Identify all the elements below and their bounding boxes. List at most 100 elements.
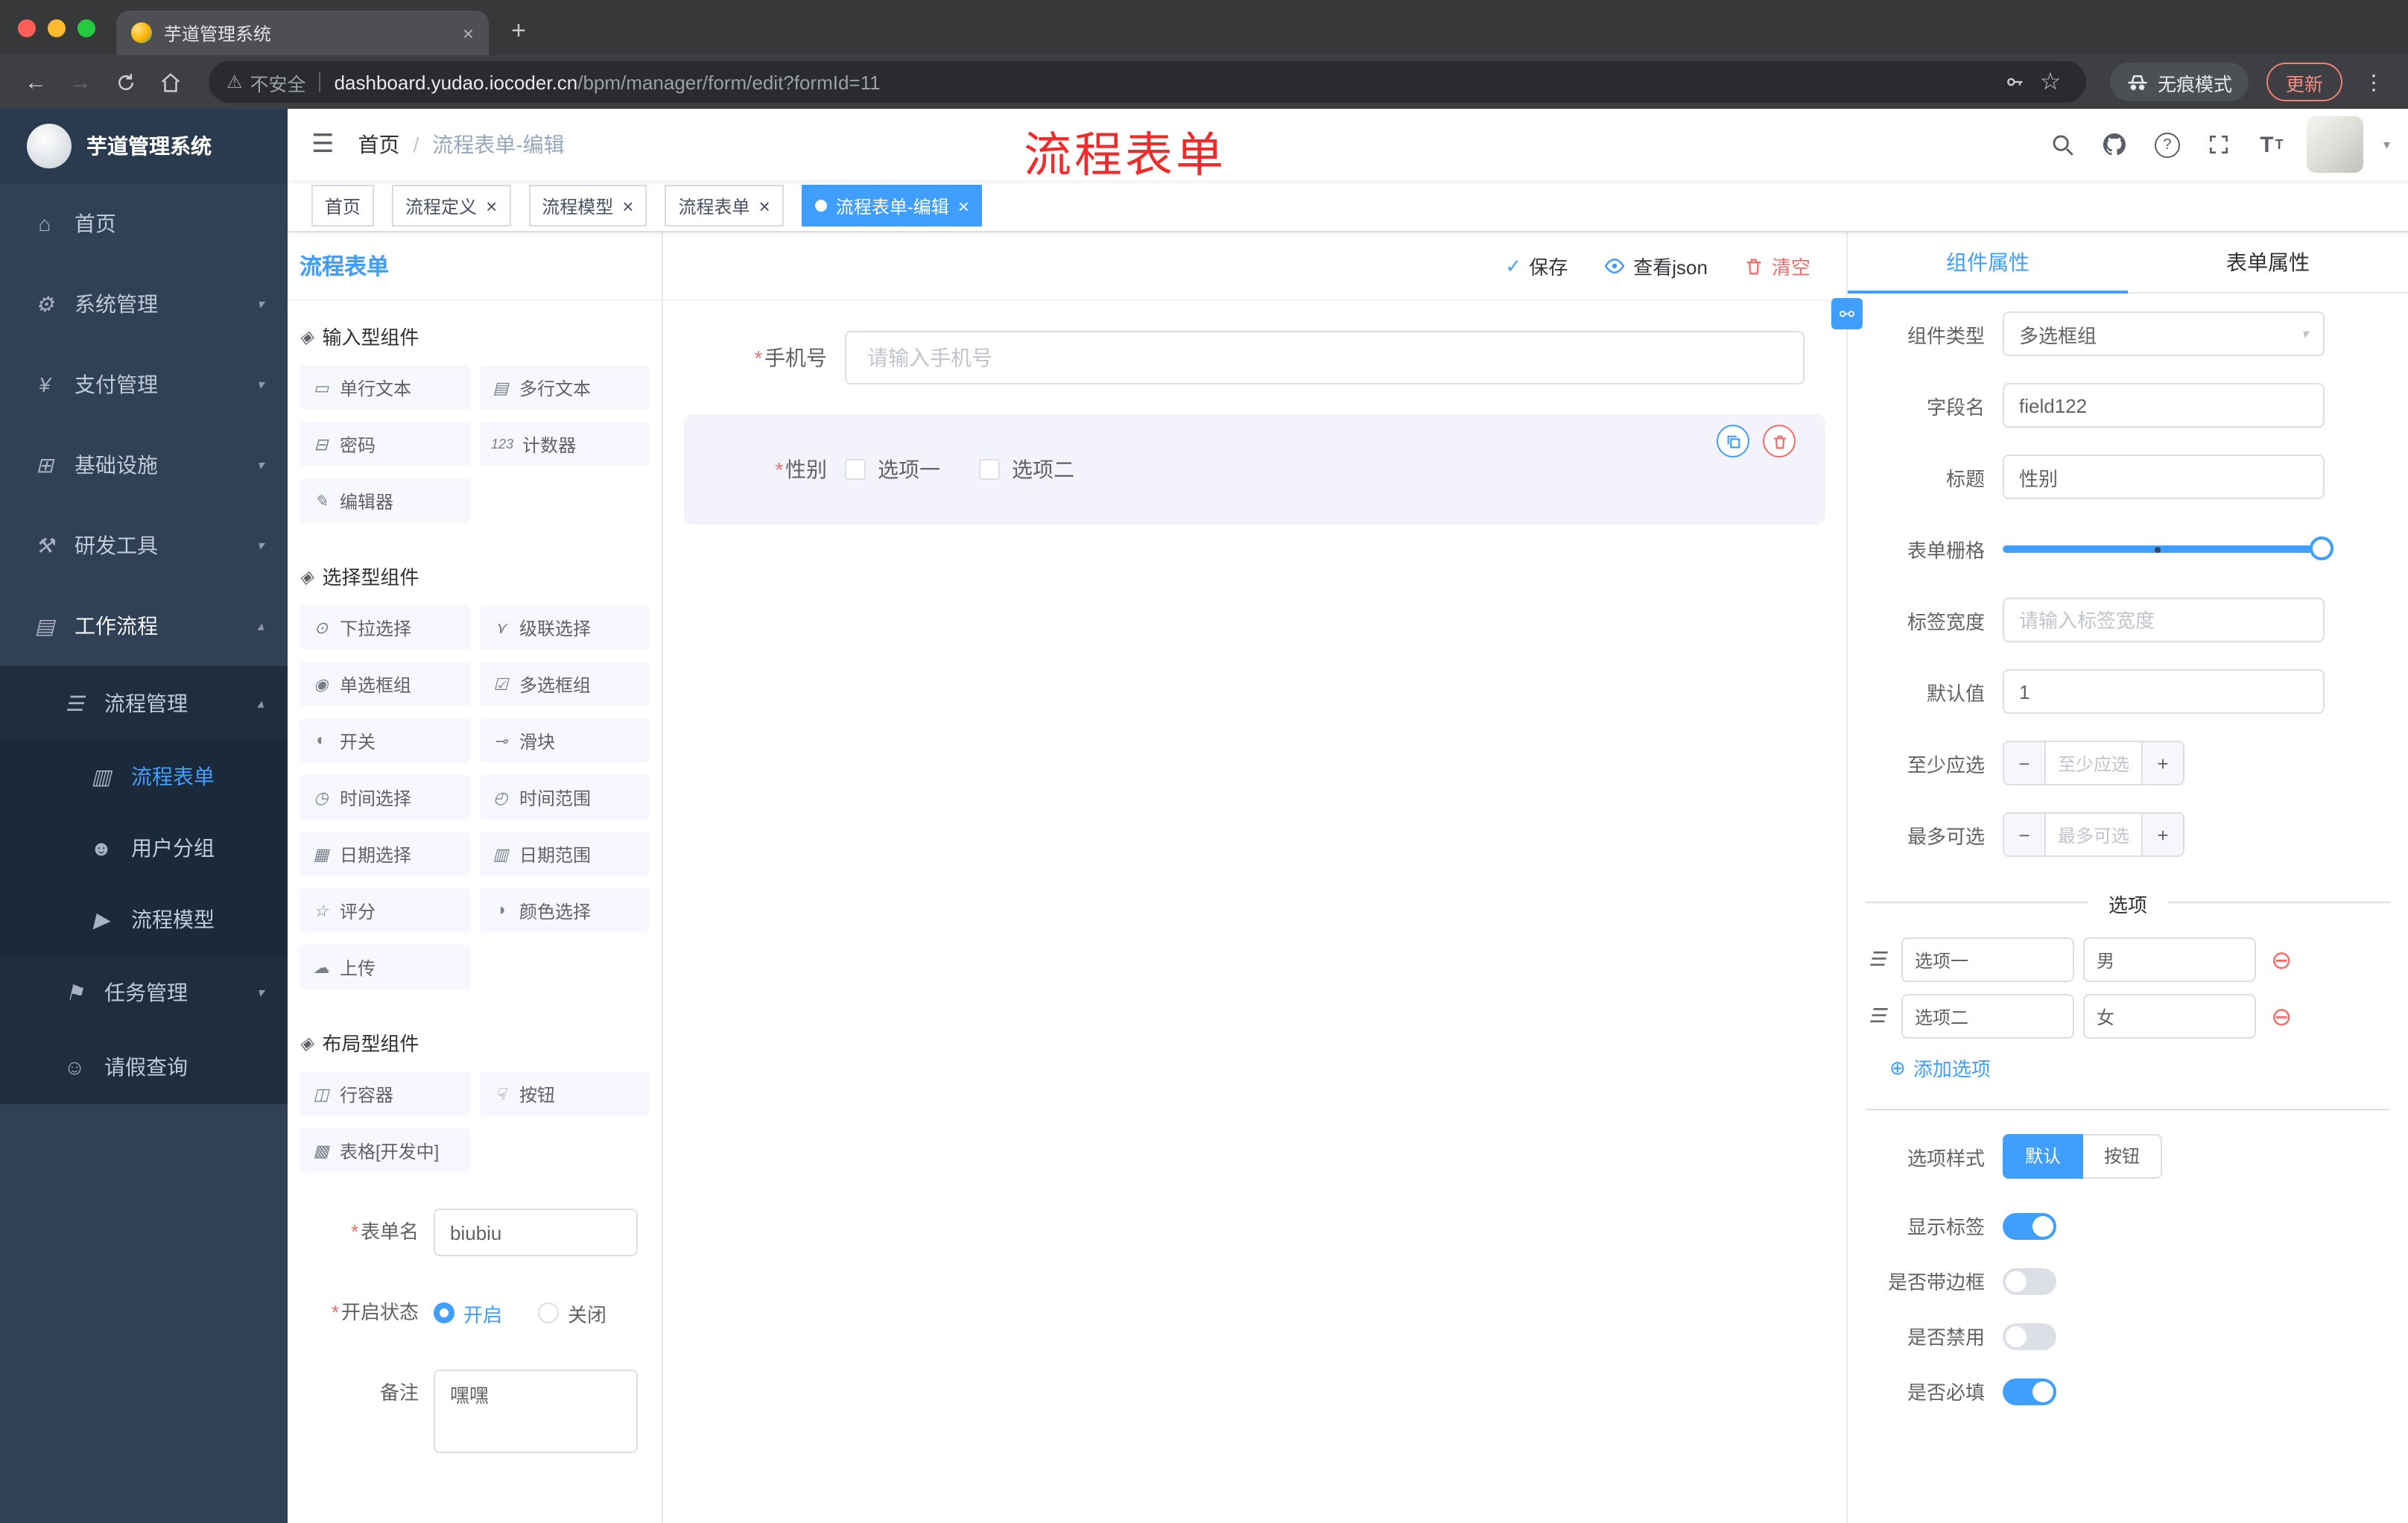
slider-handle[interactable] — [2310, 536, 2333, 560]
copy-component-button[interactable] — [1717, 425, 1749, 457]
palette-item[interactable]: ◫ 行容器 — [300, 1071, 470, 1116]
sidebar-logo[interactable]: 芋道管理系统 — [0, 109, 288, 183]
browser-menu-icon[interactable]: ⋮ — [2354, 69, 2393, 95]
palette-item[interactable]: ⊙ 下拉选择 — [300, 605, 470, 650]
palette-item[interactable]: ▦ 日期选择 — [300, 832, 470, 876]
palette-item[interactable]: ▥ 日期范围 — [479, 832, 650, 876]
remove-option-icon[interactable]: ⊖ — [2271, 947, 2293, 972]
breadcrumb-home[interactable]: 首页 — [358, 130, 400, 159]
hamburger-icon[interactable]: ☰ — [288, 130, 358, 159]
sidebar-item-process-model[interactable]: ▶ 流程模型 — [0, 884, 288, 955]
palette-item[interactable]: 123 计数器 — [479, 422, 650, 466]
disabled-toggle[interactable] — [2003, 1323, 2056, 1349]
component-type-select[interactable]: 多选框组 ▾ — [2003, 311, 2325, 356]
show-label-toggle[interactable] — [2003, 1212, 2056, 1239]
palette-item[interactable]: ◉ 单选框组 — [300, 662, 470, 706]
bookmark-star-icon[interactable]: ☆ — [2032, 64, 2068, 100]
remove-option-icon[interactable]: ⊖ — [2271, 1004, 2293, 1029]
field-phone[interactable]: * 手机号 — [684, 319, 1825, 396]
form-remark-textarea[interactable]: 嘿嘿 — [434, 1370, 638, 1453]
address-bar[interactable]: ⚠ 不安全 dashboard.yudao.iocoder.cn /bpm/ma… — [209, 61, 2086, 103]
close-window-button[interactable] — [18, 19, 36, 37]
avatar[interactable] — [2307, 116, 2364, 173]
minimize-window-button[interactable] — [48, 19, 66, 37]
drag-handle-icon[interactable]: ☰ — [1869, 948, 1892, 972]
sidebar-item-devtools[interactable]: ⚒ 研发工具 ▾ — [0, 505, 288, 586]
browser-tab[interactable]: 芋道管理系统 × — [116, 10, 489, 55]
palette-item[interactable]: ⊸ 滑块 — [479, 718, 650, 763]
option-name-input[interactable] — [1901, 994, 2074, 1039]
close-icon[interactable]: × — [486, 196, 497, 215]
palette-item[interactable]: ◑ 颜色选择 — [479, 888, 650, 933]
status-off-radio[interactable]: 关闭 — [538, 1299, 606, 1327]
title-input[interactable] — [2003, 455, 2325, 499]
sidebar-item-leave-query[interactable]: ☺ 请假查询 — [0, 1030, 288, 1104]
drag-handle-icon[interactable]: ☰ — [1869, 1004, 1892, 1028]
decrease-button[interactable]: − — [2004, 742, 2046, 784]
maximize-window-button[interactable] — [77, 19, 95, 37]
sidebar-item-home[interactable]: ⌂ 首页 — [0, 183, 288, 264]
decrease-button[interactable]: − — [2004, 814, 2046, 855]
fullscreen-icon[interactable] — [2203, 128, 2236, 161]
field-name-input[interactable] — [2003, 383, 2325, 428]
back-icon[interactable]: ← — [15, 61, 57, 103]
tag-process-model[interactable]: 流程模型 × — [528, 185, 647, 227]
reload-icon[interactable] — [104, 61, 146, 103]
password-key-icon[interactable] — [1997, 64, 2032, 100]
increase-button[interactable]: + — [2141, 814, 2183, 855]
increase-button[interactable]: + — [2141, 742, 2183, 784]
palette-item[interactable]: ☟ 按钮 — [479, 1071, 650, 1116]
palette-item[interactable]: ☁ 上传 — [300, 945, 470, 990]
delete-component-button[interactable] — [1763, 425, 1796, 457]
tab-component-props[interactable]: 组件属性 — [1848, 232, 2128, 294]
option-value-input[interactable] — [2083, 994, 2256, 1039]
default-value-input[interactable] — [2003, 669, 2325, 714]
gender-option-1[interactable]: 选项一 — [845, 455, 940, 484]
tag-process-form-edit[interactable]: 流程表单-编辑 × — [801, 185, 983, 227]
link-icon[interactable]: ⚯ — [1831, 298, 1863, 329]
view-json-button[interactable]: 查看json — [1603, 252, 1708, 280]
palette-item[interactable]: ◐ 开关 — [300, 718, 470, 763]
tab-close-icon[interactable]: × — [463, 22, 474, 44]
border-toggle[interactable] — [2003, 1267, 2056, 1294]
palette-item[interactable]: ▭ 单行文本 — [300, 365, 470, 410]
new-tab-button[interactable]: + — [498, 10, 539, 52]
palette-item[interactable]: ☑ 多选框组 — [479, 662, 650, 706]
palette-item[interactable]: ⋎ 级联选择 — [479, 605, 650, 650]
caret-down-icon[interactable]: ▾ — [2383, 136, 2390, 153]
palette-item[interactable]: ◴ 时间范围 — [479, 775, 650, 820]
sidebar-item-task-manage[interactable]: ⚑ 任务管理 ▾ — [0, 955, 288, 1030]
sidebar-item-user-group[interactable]: ☻ 用户分组 — [0, 812, 288, 884]
sidebar-item-infrastructure[interactable]: ⊞ 基础设施 ▾ — [0, 425, 288, 505]
sidebar-item-payment[interactable]: ¥ 支付管理 ▾ — [0, 344, 288, 425]
sidebar-item-workflow[interactable]: ▤ 工作流程 ▴ — [0, 586, 288, 666]
close-icon[interactable]: × — [759, 196, 770, 215]
security-warning-icon[interactable]: ⚠ — [226, 72, 243, 92]
sidebar-item-process-manage[interactable]: ☰ 流程管理 ▴ — [0, 666, 288, 741]
tag-process-definition[interactable]: 流程定义 × — [392, 185, 511, 227]
required-toggle[interactable] — [2003, 1378, 2056, 1405]
palette-item[interactable]: ◷ 时间选择 — [300, 775, 470, 820]
github-icon[interactable] — [2099, 128, 2132, 161]
style-default-button[interactable]: 默认 — [2003, 1134, 2084, 1179]
gender-option-2[interactable]: 选项二 — [979, 455, 1074, 484]
palette-item[interactable]: ✎ 编辑器 — [300, 478, 470, 523]
palette-item[interactable]: ⊟ 密码 — [300, 422, 470, 466]
save-button[interactable]: ✓ 保存 — [1505, 252, 1568, 280]
home-icon[interactable] — [149, 61, 191, 103]
status-on-radio[interactable]: 开启 — [434, 1299, 502, 1327]
close-icon[interactable]: × — [958, 196, 969, 215]
palette-item[interactable]: ☆ 评分 — [300, 888, 470, 933]
field-gender-selected[interactable]: * 性别 选项一 选项二 — [684, 414, 1825, 525]
option-value-input[interactable] — [2083, 937, 2256, 982]
max-select-value[interactable]: 最多可选 — [2046, 814, 2141, 855]
update-button[interactable]: 更新 — [2266, 63, 2342, 101]
grid-slider[interactable] — [2003, 526, 2333, 571]
form-name-input[interactable] — [434, 1209, 638, 1256]
phone-input[interactable] — [845, 331, 1805, 384]
clear-button[interactable]: 清空 — [1743, 252, 1810, 280]
tag-process-form[interactable]: 流程表单 × — [665, 185, 784, 227]
option-name-input[interactable] — [1901, 937, 2074, 982]
close-icon[interactable]: × — [622, 196, 633, 215]
sidebar-item-system[interactable]: ⚙ 系统管理 ▾ — [0, 264, 288, 344]
